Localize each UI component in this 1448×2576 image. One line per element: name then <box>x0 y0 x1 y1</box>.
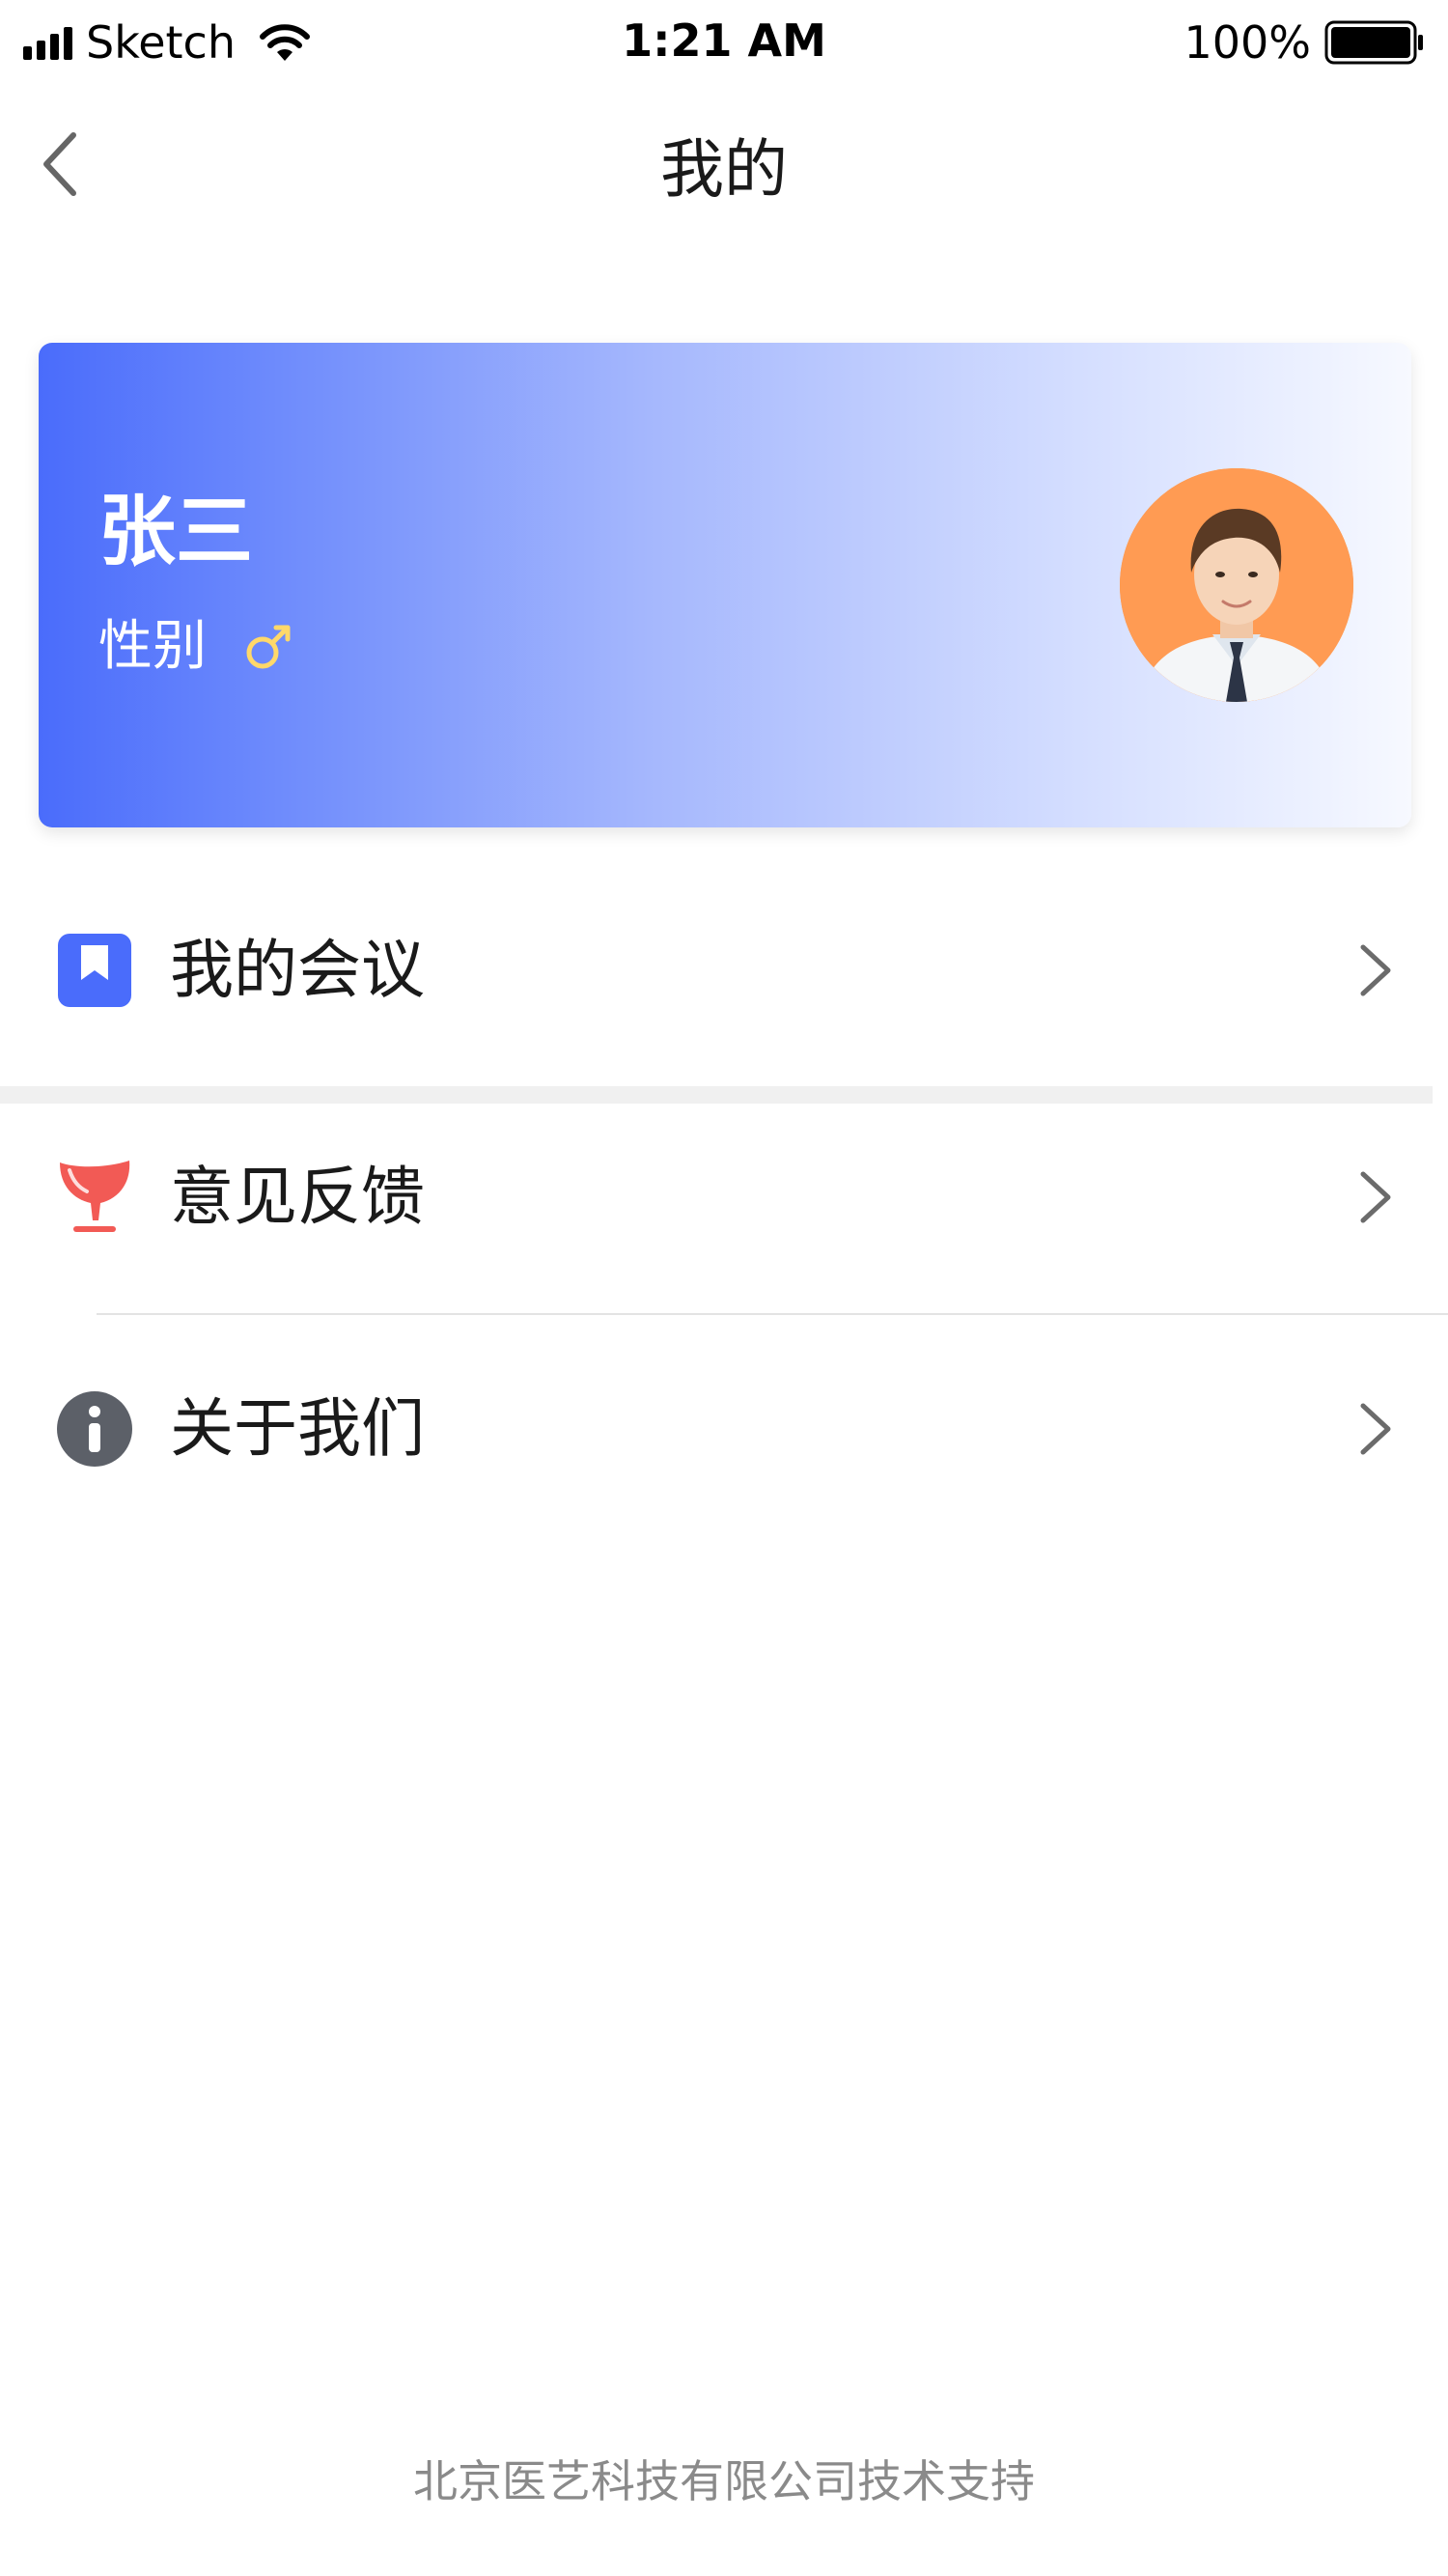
chevron-right-icon <box>1360 1171 1391 1223</box>
page-title: 我的 <box>660 132 788 207</box>
menu-item-about-us[interactable]: 关于我们 <box>0 1328 1448 1540</box>
menu-item-label: 我的会议 <box>170 933 425 1007</box>
avatar[interactable] <box>1120 468 1353 702</box>
user-name: 张三 <box>98 487 253 576</box>
menu-item-feedback[interactable]: 意见反馈 <box>0 1106 1448 1318</box>
status-bar: Sketch 1:21 AM 100% <box>0 0 1448 85</box>
chevron-right-icon <box>1360 944 1391 996</box>
item-divider <box>97 1313 1448 1315</box>
chevron-right-icon <box>1360 1403 1391 1455</box>
nav-bar: 我的 <box>0 97 1448 232</box>
status-right: 100% <box>1183 14 1425 71</box>
bookmark-icon <box>58 934 131 1007</box>
male-icon <box>246 625 291 669</box>
battery-icon <box>1324 20 1423 65</box>
footer-credit: 北京医艺科技有限公司技术支持 <box>413 2455 1035 2507</box>
gender-label: 性别 <box>98 615 207 678</box>
gender-row: 性别 <box>98 613 293 681</box>
section-divider <box>0 1086 1433 1104</box>
menu-item-my-meetings[interactable]: 我的会议 <box>0 864 1448 1077</box>
feedback-icon <box>60 1161 130 1232</box>
menu-item-label: 意见反馈 <box>170 1160 425 1234</box>
avatar-image <box>1120 468 1353 702</box>
battery-percent: 100% <box>1183 16 1311 69</box>
menu-item-label: 关于我们 <box>170 1391 425 1466</box>
my-page: Sketch 1:21 AM 100% 我的 张三 性别 我的会议 意见反馈 关… <box>0 0 1448 2576</box>
profile-card[interactable]: 张三 性别 <box>39 343 1411 827</box>
info-icon <box>57 1391 132 1467</box>
